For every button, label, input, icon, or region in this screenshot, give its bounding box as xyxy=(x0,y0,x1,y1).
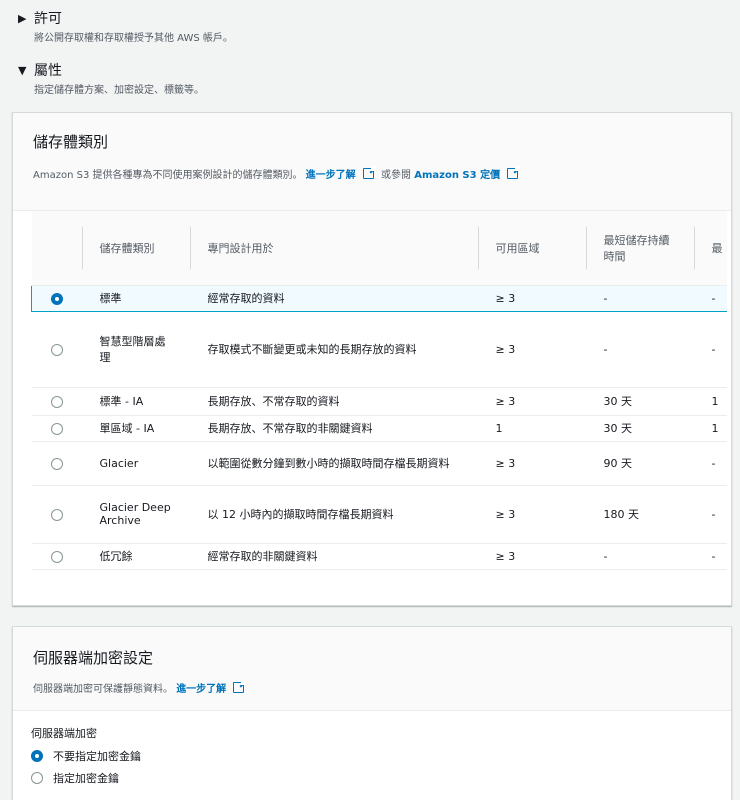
row-radio-cell xyxy=(31,485,82,544)
designed-for-text: 長期存放、不常存取的非關鍵資料 xyxy=(189,415,478,442)
storage-class-name: 標準 xyxy=(81,284,190,312)
table-row[interactable]: Glacier Deep Archive 以 12 小時內的擷取時間存檔長期資料 ≥… xyxy=(31,485,727,544)
availability-zones-value: ≥ 3 xyxy=(477,441,586,486)
permissions-section[interactable]: ▶ 許可 將公開存取權和存取權授予其他 AWS 帳戶。 xyxy=(18,8,233,44)
designed-for-text: 長期存放、不常存取的資料 xyxy=(189,387,478,416)
learn-more-link[interactable]: 進一步了解 xyxy=(306,170,356,181)
storage-class-name: 低冗餘 xyxy=(81,543,190,570)
encryption-title: 伺服器端加密設定 xyxy=(33,649,154,667)
storage-class-desc-text: Amazon S3 提供各種專為不同使用案例設計的儲存體類別。 xyxy=(33,170,303,181)
availability-zones-value: ≥ 3 xyxy=(477,485,586,544)
external-link-icon[interactable] xyxy=(362,166,376,179)
storage-class-name: 單區域 - IA xyxy=(81,415,190,442)
encryption-header: 伺服器端加密設定 伺服器端加密可保護靜態資料。 進一步了解 xyxy=(13,627,731,711)
storage-class-table: 儲存體類別 專門設計用於 可用區域 最短儲存持續時間 最 標準 經常存取的資料 ≥ … xyxy=(31,211,727,570)
truncated-column-value: - xyxy=(693,284,727,312)
storage-class-radio[interactable] xyxy=(50,508,63,521)
truncated-column-value: - xyxy=(693,543,727,570)
row-radio-cell xyxy=(31,311,82,388)
storage-class-table-wrap: 儲存體類別 專門設計用於 可用區域 最短儲存持續時間 最 標準 經常存取的資料 ≥ … xyxy=(31,211,727,589)
min-duration-value: 180 天 xyxy=(585,485,694,544)
row-radio-cell xyxy=(31,441,82,486)
encryption-option[interactable]: 指定加密金鑰 xyxy=(31,769,713,787)
storage-class-title: 儲存體類別 xyxy=(33,133,109,151)
table-row[interactable]: 低冗餘 經常存取的非關鍵資料 ≥ 3-- xyxy=(31,543,727,570)
truncated-column-value: - xyxy=(693,441,727,486)
or-see-text: 或參閱 xyxy=(381,170,412,181)
availability-zones-value: ≥ 3 xyxy=(477,311,586,388)
permissions-desc: 將公開存取權和存取權授予其他 AWS 帳戶。 xyxy=(34,33,233,44)
row-radio-cell xyxy=(31,415,82,442)
pricing-link[interactable]: Amazon S3 定價 xyxy=(414,170,500,181)
storage-class-name: Glacier xyxy=(81,441,190,486)
min-duration-value: 30 天 xyxy=(585,415,694,442)
encryption-desc-text: 伺服器端加密可保護靜態資料。 xyxy=(33,684,173,695)
encryption-field-label: 伺服器端加密 xyxy=(31,727,97,740)
storage-class-card: 儲存體類別 Amazon S3 提供各種專為不同使用案例設計的儲存體類別。 進一… xyxy=(12,112,732,699)
encryption-radio[interactable] xyxy=(31,772,43,784)
designed-for-text: 以 12 小時內的擷取時間存檔長期資料 xyxy=(189,485,478,544)
encryption-option[interactable]: 不要指定加密金鑰 xyxy=(31,747,713,765)
row-radio-cell xyxy=(31,543,82,570)
properties-title[interactable]: 屬性 xyxy=(34,60,62,80)
min-duration-value: - xyxy=(585,543,694,570)
designed-for-text: 經常存取的非關鍵資料 xyxy=(189,543,478,570)
storage-class-radio[interactable] xyxy=(50,292,63,305)
min-duration-value: 30 天 xyxy=(585,387,694,416)
storage-class-name: Glacier Deep Archive xyxy=(81,485,190,544)
designed-for-text: 以範圍從數分鐘到數小時的擷取時間存檔長期資料 xyxy=(189,441,478,486)
truncated-column-value: - xyxy=(693,311,727,388)
table-row[interactable]: 單區域 - IA 長期存放、不常存取的非關鍵資料 1 30 天1 xyxy=(31,415,727,442)
storage-class-name: 智慧型階層處理 xyxy=(81,311,190,388)
storage-class-radio[interactable] xyxy=(50,550,63,563)
column-header-truncated[interactable]: 最 xyxy=(693,211,727,286)
min-duration-value: - xyxy=(585,284,694,312)
table-row[interactable]: Glacier 以範圍從數分鐘到數小時的擷取時間存檔長期資料 ≥ 3 90 天- xyxy=(31,441,727,486)
encryption-option-label[interactable]: 不要指定加密金鑰 xyxy=(53,748,141,764)
encryption-desc: 伺服器端加密可保護靜態資料。 進一步了解 xyxy=(33,680,711,695)
truncated-column-value: - xyxy=(693,485,727,544)
availability-zones-value: ≥ 3 xyxy=(477,387,586,416)
table-row[interactable]: 標準 經常存取的資料 ≥ 3-- xyxy=(31,284,727,312)
table-header-row: 儲存體類別 專門設計用於 可用區域 最短儲存持續時間 最 xyxy=(31,211,727,286)
encryption-learn-more-link[interactable]: 進一步了解 xyxy=(176,684,226,695)
table-row[interactable]: 智慧型階層處理 存取模式不斷變更或未知的長期存放的資料 ≥ 3-- xyxy=(31,311,727,388)
properties-desc: 指定儲存體方案、加密設定、標籤等。 xyxy=(34,85,204,96)
storage-class-desc: Amazon S3 提供各種專為不同使用案例設計的儲存體類別。 進一步了解 或參… xyxy=(33,166,711,181)
storage-class-header: 儲存體類別 Amazon S3 提供各種專為不同使用案例設計的儲存體類別。 進一… xyxy=(13,113,731,211)
external-link-icon[interactable] xyxy=(507,166,521,179)
row-radio-cell xyxy=(31,387,82,416)
column-header-storage-class[interactable]: 儲存體類別 xyxy=(81,211,190,286)
caret-right-icon[interactable]: ▶ xyxy=(18,12,34,25)
storage-class-name: 標準 - IA xyxy=(81,387,190,416)
encryption-options: 不要指定加密金鑰 指定加密金鑰 xyxy=(31,747,713,787)
min-duration-value: - xyxy=(585,311,694,388)
column-header-availability-zones[interactable]: 可用區域 xyxy=(477,211,586,286)
column-header-select xyxy=(31,211,82,286)
availability-zones-value: ≥ 3 xyxy=(477,543,586,570)
truncated-column-value: 1 xyxy=(693,415,727,442)
availability-zones-value: ≥ 3 xyxy=(477,284,586,312)
encryption-card: 伺服器端加密設定 伺服器端加密可保護靜態資料。 進一步了解 伺服器端加密 不要指… xyxy=(12,626,732,800)
storage-class-radio[interactable] xyxy=(50,343,63,356)
table-row[interactable]: 標準 - IA 長期存放、不常存取的資料 ≥ 3 30 天1 xyxy=(31,387,727,416)
min-duration-value: 90 天 xyxy=(585,441,694,486)
storage-class-radio[interactable] xyxy=(50,457,63,470)
permissions-title[interactable]: 許可 xyxy=(34,8,62,28)
storage-class-radio[interactable] xyxy=(50,395,63,408)
encryption-body: 伺服器端加密 不要指定加密金鑰 指定加密金鑰 xyxy=(13,711,731,787)
truncated-column-value: 1 xyxy=(693,387,727,416)
caret-down-icon[interactable]: ▼ xyxy=(18,64,34,77)
storage-class-radio[interactable] xyxy=(50,422,63,435)
column-header-designed-for[interactable]: 專門設計用於 xyxy=(189,211,478,286)
encryption-option-label[interactable]: 指定加密金鑰 xyxy=(53,770,119,786)
encryption-radio[interactable] xyxy=(31,750,43,762)
properties-section[interactable]: ▼ 屬性 指定儲存體方案、加密設定、標籤等。 xyxy=(18,60,204,96)
designed-for-text: 經常存取的資料 xyxy=(189,284,478,312)
external-link-icon[interactable] xyxy=(233,680,247,693)
availability-zones-value: 1 xyxy=(477,415,586,442)
column-header-min-duration[interactable]: 最短儲存持續時間 xyxy=(585,211,694,286)
row-radio-cell xyxy=(31,284,82,312)
designed-for-text: 存取模式不斷變更或未知的長期存放的資料 xyxy=(189,311,478,388)
